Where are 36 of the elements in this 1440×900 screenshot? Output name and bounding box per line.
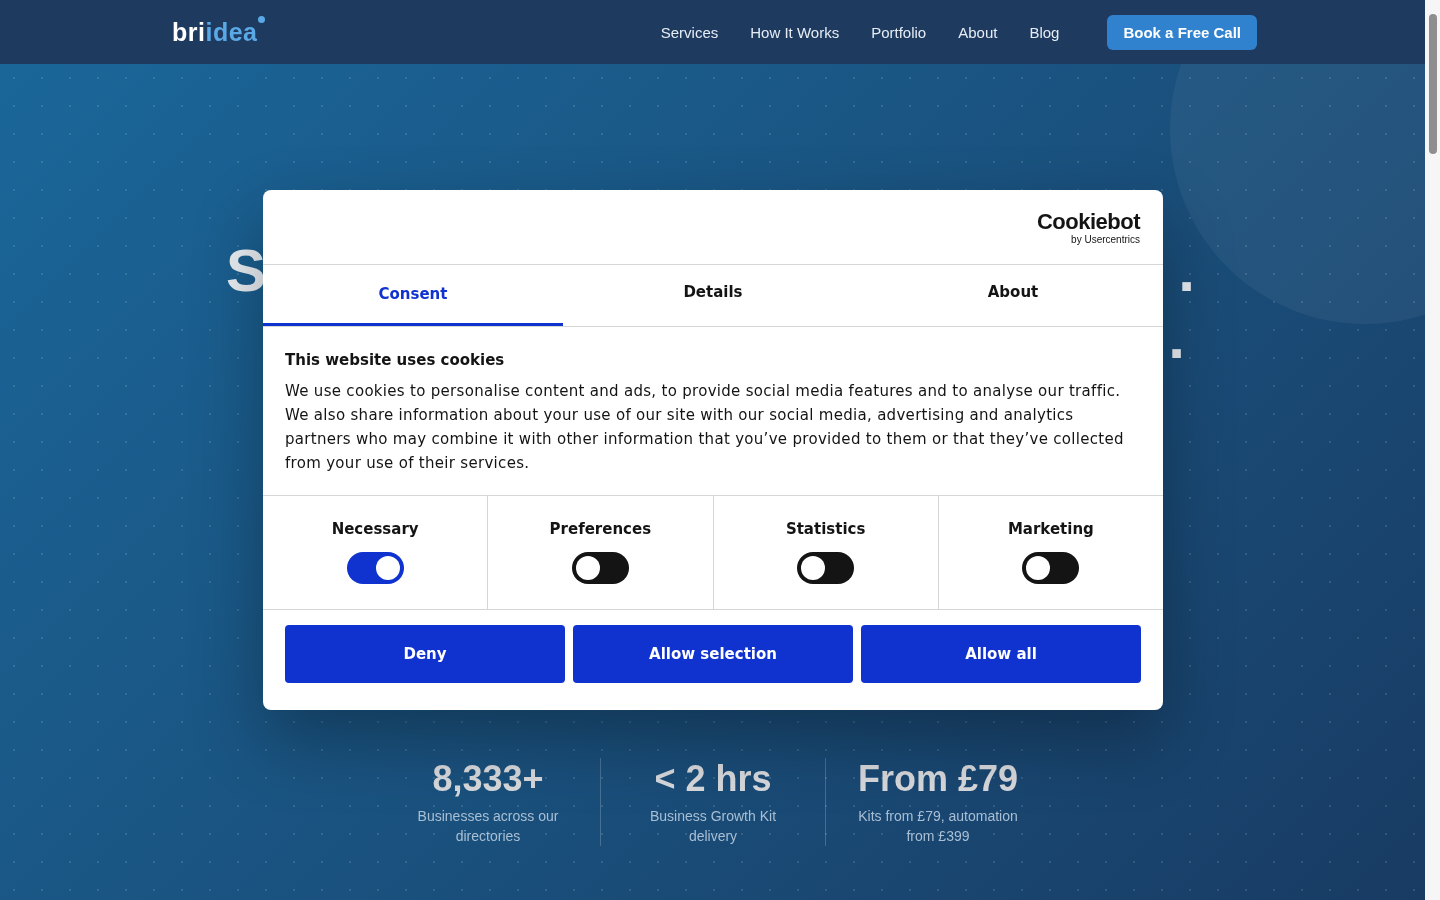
dot-icon bbox=[258, 15, 266, 23]
consent-button[interactable]: Deny bbox=[285, 625, 565, 683]
brand-subtitle: by Usercentrics bbox=[1071, 234, 1140, 245]
category-label: Statistics bbox=[785, 520, 866, 538]
dialog-text: We use cookies to personalise content and ads, to provide social media features and to analyse our traffic. We also share information about your use of our site with our social media, advertising and analytics partners who may combine it with other information that you’ve provided to them or that they’ve collected from your use of their services. bbox=[285, 381, 1125, 474]
consent-button[interactable]: Allow all bbox=[861, 625, 1141, 683]
stat-caption: Kits from £79, automation from £399 bbox=[857, 807, 1019, 846]
consent-button[interactable]: Allow selection bbox=[573, 625, 853, 683]
stat-value: 8,333+ bbox=[432, 758, 544, 800]
tab[interactable]: Consent bbox=[263, 265, 563, 326]
headline-text: . bbox=[1168, 303, 1185, 372]
nav-link[interactable]: Services bbox=[660, 23, 719, 41]
toggle-switch[interactable] bbox=[571, 552, 629, 584]
stat-caption: Business Growth Kit delivery bbox=[648, 807, 778, 846]
logo[interactable]: briidea bbox=[172, 17, 258, 47]
scrollbar-thumb[interactable] bbox=[1428, 14, 1437, 154]
book-call-button[interactable]: Book a Free Call bbox=[1107, 14, 1257, 50]
category-label: Preferences bbox=[549, 520, 652, 538]
nav-link[interactable]: Portfolio bbox=[871, 23, 927, 41]
tab[interactable]: Details bbox=[563, 265, 863, 326]
category-label: Marketing bbox=[1007, 520, 1094, 538]
stat-caption: Businesses across our directories bbox=[416, 807, 560, 846]
stat-value: From £79 bbox=[857, 758, 1019, 800]
scrollbar[interactable] bbox=[1425, 0, 1440, 900]
headline-text: . bbox=[1178, 236, 1195, 305]
brand-logo: Cookiebot bbox=[1036, 210, 1140, 234]
dialog-title: This website uses cookies bbox=[285, 351, 506, 369]
toggle-switch[interactable] bbox=[1022, 552, 1080, 584]
stat-value: < 2 hrs bbox=[654, 758, 772, 800]
toggle-switch[interactable] bbox=[797, 552, 855, 584]
nav-link[interactable]: Blog bbox=[1029, 23, 1060, 41]
nav-link[interactable]: About bbox=[958, 23, 998, 41]
tab[interactable]: About bbox=[863, 265, 1163, 326]
category-label: Necessary bbox=[331, 520, 419, 538]
toggle-switch[interactable] bbox=[346, 552, 404, 584]
nav-link[interactable]: How It Works bbox=[750, 23, 840, 41]
